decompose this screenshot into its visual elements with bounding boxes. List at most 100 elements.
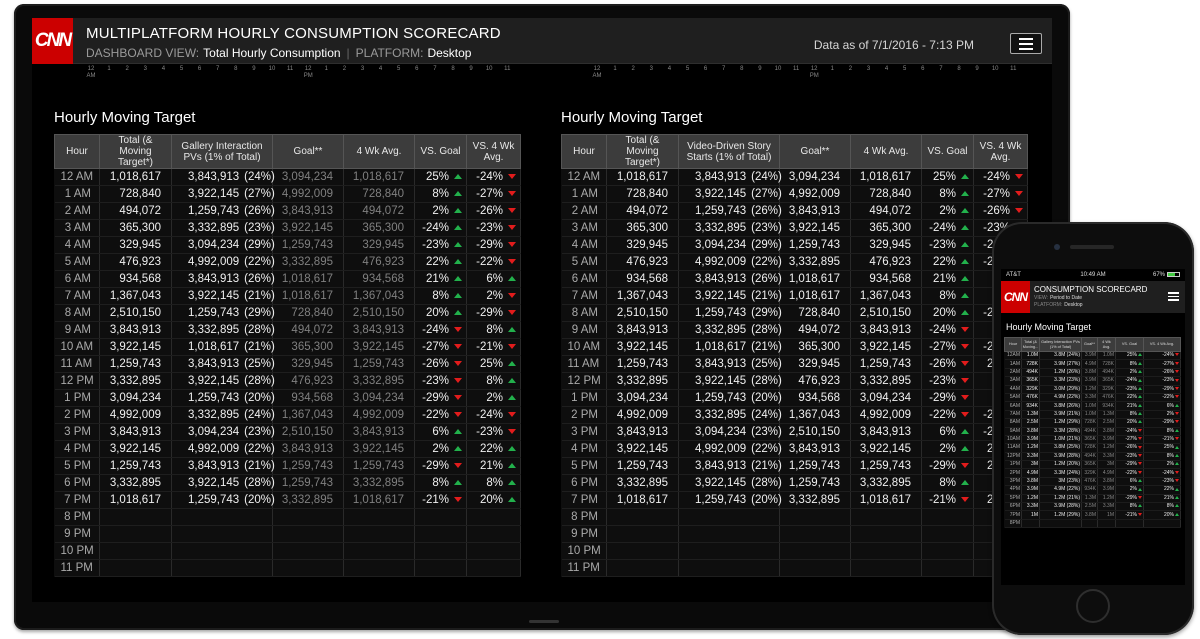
- empty-cell: [779, 542, 851, 560]
- goal-cell: 329K: [1081, 468, 1098, 478]
- vs-avg-cell: -29%: [466, 236, 521, 254]
- table-row: 7 PM 1,018,617 1,259,743 (20%) 3,332,895 1,01…: [561, 491, 1028, 509]
- vs-avg-cell: 8%: [1143, 427, 1181, 436]
- column-header[interactable]: Goal**: [272, 134, 344, 169]
- total-cell: 1.2M: [1021, 443, 1040, 453]
- hour-axis-tick: 3: [866, 66, 871, 72]
- table-row: 1AM 728K 3.9M (27%) 4.9M 728K 8% -27%: [1004, 359, 1181, 369]
- goal-cell: 329,945: [272, 355, 344, 373]
- hour-cell: 5PM: [1004, 494, 1022, 504]
- trend-down-icon: [1138, 496, 1142, 499]
- interaction-cell: 3.9M (28%): [1039, 502, 1082, 512]
- four-week-avg-cell: 934,568: [343, 270, 415, 288]
- total-cell: 4.9M: [1021, 468, 1040, 478]
- empty-cell: [606, 508, 679, 526]
- column-header[interactable]: VS. Goal: [921, 134, 974, 169]
- column-header[interactable]: Goal**: [779, 134, 851, 169]
- trend-up-icon: [1138, 395, 1142, 399]
- column-header[interactable]: Hour: [54, 134, 100, 169]
- vs-avg-value: -24%: [1162, 469, 1174, 476]
- interaction-cell: 3,843,913 (25%): [171, 355, 275, 373]
- empty-cell: [272, 508, 344, 526]
- interaction-cell: 3,922,145 (21%): [678, 287, 782, 305]
- table-row: 4 PM 3,922,145 4,992,009 (22%) 3,843,913 3,92…: [54, 440, 521, 458]
- four-week-avg-cell: 1,259,743: [850, 457, 922, 475]
- vs-goal-value: 21%: [425, 273, 449, 285]
- dashboard-view-value[interactable]: Total Hourly Consumption: [203, 46, 340, 60]
- hour-axis-tick: 12 AM: [592, 66, 602, 79]
- interaction-value: 1,259,743: [695, 494, 747, 506]
- total-cell: 3.9M: [1021, 485, 1040, 495]
- hour-axis-tick: 1: [830, 66, 834, 72]
- total-cell: 1,259,743: [99, 355, 172, 373]
- trend-up-icon: [1138, 353, 1142, 357]
- vs-goal-cell: 25%: [414, 168, 467, 186]
- interaction-percent: (23%): [244, 222, 275, 234]
- goal-cell: 4,992,009: [272, 185, 344, 203]
- dashboard-subtitle: DASHBOARD VIEW: Total Hourly Consumption |…: [86, 46, 471, 60]
- vs-avg-cell: 22%: [1143, 485, 1181, 495]
- total-cell: 1.2M: [1021, 494, 1040, 504]
- column-header[interactable]: 4 Wk Avg.: [343, 134, 415, 169]
- hour-cell: 4 PM: [561, 440, 607, 458]
- table-row: 4 AM 329,945 3,094,234 (29%) 1,259,743 329,94…: [561, 236, 1028, 254]
- trend-down-icon: [1175, 370, 1179, 374]
- empty-cell: [1021, 519, 1040, 529]
- goal-cell: 3,843,913: [272, 440, 344, 458]
- interaction-cell: 4.9M (22%): [1039, 393, 1082, 403]
- goal-cell: 3,094,234: [779, 168, 851, 186]
- column-header[interactable]: 4 Wk Avg.: [1097, 337, 1116, 352]
- empty-cell: [921, 525, 974, 543]
- trend-up-icon: [1138, 420, 1142, 424]
- empty-cell: [678, 508, 780, 526]
- table-row: 10 PM: [561, 542, 1028, 560]
- hamburger-menu-button[interactable]: [1168, 292, 1179, 303]
- column-header[interactable]: VS. 4 Wk Avg.: [1143, 337, 1181, 352]
- vs-avg-value: 22%: [479, 443, 503, 455]
- column-header[interactable]: Gallery Interaction PVs (1% of Total): [1039, 337, 1082, 352]
- platform-value[interactable]: Desktop: [427, 46, 471, 60]
- vs-avg-cell: 25%: [1143, 443, 1181, 453]
- hour-axis-tick: 1: [107, 66, 111, 72]
- column-header[interactable]: Goal**: [1081, 337, 1098, 352]
- column-header[interactable]: VS. 4 Wk Avg.: [466, 134, 521, 169]
- vs-avg-cell: -24%: [466, 406, 521, 424]
- vs-goal-cell: -29%: [414, 457, 467, 475]
- vs-goal-cell: -26%: [1115, 443, 1144, 453]
- phone-panel-title: Hourly Moving Target: [1006, 322, 1091, 332]
- trend-up-icon: [1138, 412, 1142, 416]
- column-header[interactable]: Hour: [561, 134, 607, 169]
- column-header[interactable]: Video-Driven Story Starts (1% of Total): [678, 134, 780, 169]
- total-cell: 1,018,617: [606, 168, 679, 186]
- trend-up-icon: [961, 446, 969, 452]
- interaction-cell: 3.3M (28%): [1039, 427, 1082, 436]
- hamburger-menu-button[interactable]: [1010, 33, 1042, 54]
- vs-goal-cell: -22%: [1115, 468, 1144, 478]
- table-row: 3 PM 3,843,913 3,094,234 (23%) 2,510,150 3,84…: [561, 423, 1028, 441]
- column-header[interactable]: VS. 4 Wk Avg.: [973, 134, 1028, 169]
- vs-avg-cell: -29%: [1143, 418, 1181, 428]
- empty-cell: [171, 542, 273, 560]
- hour-axis-tick: 10: [485, 66, 493, 72]
- column-header[interactable]: Gallery Interaction PVs (1% of Total): [171, 134, 273, 169]
- column-header[interactable]: VS. Goal: [414, 134, 467, 169]
- trend-down-icon: [1175, 395, 1179, 399]
- goal-cell: 1,259,743: [272, 457, 344, 475]
- home-button[interactable]: [1076, 589, 1110, 623]
- table-row: 12 PM 3,332,895 3,922,145 (28%) 476,923 3,332…: [561, 372, 1028, 390]
- column-header[interactable]: VS. Goal: [1115, 337, 1144, 352]
- dashboard-view-label: DASHBOARD VIEW:: [86, 46, 200, 60]
- hour-cell: 10 AM: [54, 338, 100, 356]
- vs-goal-value: 2%: [939, 443, 956, 455]
- hour-axis-tick: 8: [957, 66, 961, 72]
- column-header[interactable]: Total (& Moving Target*): [99, 134, 172, 169]
- column-header[interactable]: 4 Wk Avg.: [850, 134, 922, 169]
- column-header[interactable]: Total (& Moving...: [1021, 337, 1040, 352]
- goal-cell: 3,843,913: [272, 202, 344, 220]
- column-header[interactable]: Hour: [1004, 337, 1022, 352]
- vs-goal-value: -27%: [1125, 436, 1137, 443]
- interaction-percent: (21%): [244, 290, 275, 302]
- column-header[interactable]: Total (& Moving Target*): [606, 134, 679, 169]
- interaction-cell: 3.9M (28%): [1039, 452, 1082, 462]
- hour-cell: 10 PM: [54, 542, 100, 560]
